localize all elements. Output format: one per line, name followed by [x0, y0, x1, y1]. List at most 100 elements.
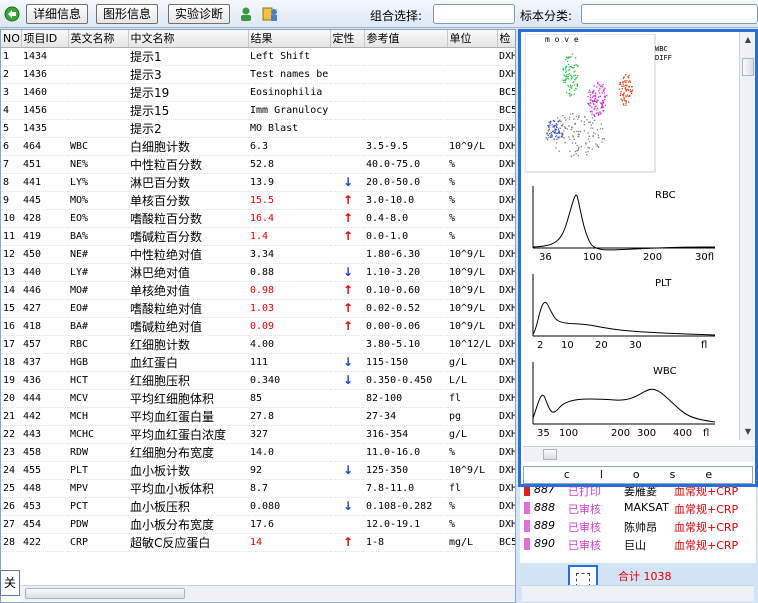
scatter-point [597, 107, 599, 110]
column-header[interactable]: NO [1, 30, 22, 48]
scatter-point [602, 86, 604, 88]
scatter-point [591, 117, 593, 119]
qualitative-flag-cell [330, 65, 364, 84]
table-row[interactable]: 16 418 BA# 嗜碱粒绝对值 0.09 ↑ 0.00-0.06 10^9/L DXH [1, 317, 515, 336]
scroll-thumb[interactable] [742, 58, 754, 76]
english-name-cell: NE% [68, 155, 128, 174]
table-row[interactable]: 4 1456 提示15 Imm Granulocy BC5 [1, 101, 515, 120]
row-number: 3 [1, 83, 21, 102]
scatter-point [569, 150, 571, 153]
scatter-point [604, 99, 606, 101]
table-row[interactable]: 14 446 MO# 单核绝对值 0.98 ↑ 0.10-0.60 10^9/L DXH [1, 281, 515, 300]
scroll-down-icon[interactable]: ▼ [742, 426, 754, 438]
table-row[interactable]: 19 436 HCT 红细胞压积 0.340 ↓ 0.350-0.450 L/L DXH [1, 371, 515, 390]
table-row[interactable]: 3 1460 提示19 Eosinophilia BC5 [1, 83, 515, 102]
graph-close-button[interactable]: close [523, 466, 753, 484]
english-name-cell: PCT [68, 497, 128, 516]
scatter-point [556, 138, 558, 140]
refresh-icon[interactable] [4, 6, 20, 22]
scatter-point [622, 83, 624, 85]
table-row[interactable]: 5 1435 提示2 MO Blast DXH [1, 119, 515, 138]
graph-vertical-scrollbar[interactable]: ▲ ▼ [739, 32, 755, 440]
unit-cell: % [447, 515, 497, 534]
table-row[interactable]: 20 444 MCV 平均红细胞体积 85 82-100 fl DXH [1, 389, 515, 408]
chinese-name-cell: 血小板压积 [128, 497, 248, 516]
table-row[interactable]: 18 437 HGB 血红蛋白 111 ↓ 115-150 g/L DXH [1, 353, 515, 372]
patient-card-icon[interactable] [262, 6, 278, 22]
group-select-input[interactable] [433, 4, 515, 24]
scatter-title: m o v e [545, 35, 579, 44]
column-header[interactable]: 检 [497, 30, 515, 48]
graph-info-button[interactable]: 图形信息 [96, 4, 158, 24]
scatter-point [594, 98, 597, 100]
scatter-point [551, 134, 553, 136]
reference-range-cell: 0.350-0.450 [364, 371, 447, 390]
sample-row[interactable]: 889 已审核 陈帅昂 血常规+CRP [520, 517, 756, 535]
table-row[interactable]: 2 1436 提示3 Test names be DXH [1, 65, 515, 84]
table-row[interactable]: 22 443 MCHC 平均血红蛋白浓度 327 316-354 g/L DXH [1, 425, 515, 444]
table-row[interactable]: 25 448 MPV 平均血小板体积 8.7 7.8-11.0 fl DXH [1, 479, 515, 498]
row-number: 2 [1, 65, 21, 84]
scatter-point [564, 75, 567, 78]
table-row[interactable]: 8 441 LY% 淋巴百分数 13.9 ↓ 20.0-50.0% DXH [1, 173, 515, 192]
column-header[interactable]: 中文名称 [128, 30, 249, 48]
scatter-point [578, 146, 580, 149]
table-row[interactable]: 9 445 MO% 单核百分数 15.5 ↑ 3.0-10.0% DXH [1, 191, 515, 210]
table-row[interactable]: 12 450 NE# 中性粒绝对值 3.34 1.80-6.30 10^9/L DXH [1, 245, 515, 264]
table-row[interactable]: 26 453 PCT 血小板压积 0.080 ↓ 0.108-0.282% DXH [1, 497, 515, 516]
table-row[interactable]: 23 458 RDW 红细胞分布宽度 14.0 11.0-16.0% DXH [1, 443, 515, 462]
reference-range-cell [364, 65, 447, 84]
column-header[interactable]: 参考值 [364, 30, 448, 48]
sample-list[interactable]: 887 已打印 姜雁菱 血常规+CRP 888 已审核 MAKSAT 血常规+CRP 889 已审… [520, 487, 756, 563]
table-row[interactable]: 17 457 RBC 红细胞计数 4.00 3.80-5.10 10^12/L DXH [1, 335, 515, 354]
table-row[interactable]: 21 442 MCH 平均血红蛋白量 27.8 27-34 pg DXH [1, 407, 515, 426]
results-grid[interactable]: NO 项目ID 英文名称 中文名称 结果 定性 参考值 单位检 1 1434 提示1 Left Sh… [0, 29, 516, 603]
table-row[interactable]: 11 419 BA% 嗜碱粒百分数 1.4 ↑ 0.0-1.0% DXH [1, 227, 515, 246]
sample-horizontal-scrollbar[interactable] [522, 585, 754, 601]
column-header[interactable]: 英文名称 [68, 30, 129, 48]
row-number: 20 [1, 389, 21, 408]
lab-diagnosis-button[interactable]: 实验诊断 [168, 4, 230, 24]
sample-row[interactable]: 890 已审核 巨山 血常规+CRP [520, 535, 756, 553]
row-number: 11 [1, 227, 21, 246]
chinese-name-cell: 红细胞压积 [128, 371, 248, 390]
row-number: 23 [1, 443, 21, 462]
column-header[interactable]: 定性 [330, 30, 365, 48]
total-label: 合计 [618, 570, 640, 583]
scatter-point [578, 133, 580, 136]
scatter-point [564, 142, 566, 144]
table-row[interactable]: 1 1434 提示1 Left Shift DXH [1, 47, 515, 66]
table-row[interactable]: 10 428 EO% 嗜酸粒百分数 16.4 ↑ 0.4-8.0% DXH [1, 209, 515, 228]
column-header[interactable]: 项目ID [21, 30, 69, 48]
table-row[interactable]: 27 454 PDW 血小板分布宽度 17.6 12.0-19.1% DXH [1, 515, 515, 534]
grid-horizontal-scrollbar[interactable] [21, 585, 515, 601]
scatter-point [580, 145, 582, 148]
user-icon[interactable] [238, 6, 254, 22]
table-row[interactable]: 15 427 EO# 嗜酸粒绝对值 1.03 ↑ 0.02-0.52 10^9/L DXH [1, 299, 515, 318]
scatter-point [577, 118, 579, 120]
chinese-name-cell: 单核绝对值 [128, 281, 248, 300]
graph-horizontal-scrollbar[interactable] [523, 446, 755, 462]
wbc-tick-fl: fl [703, 428, 709, 439]
table-row[interactable]: 28 422 CRP 超敏C反应蛋白 14 ↑ 1-8 mg/L BC5 [1, 533, 515, 552]
column-header[interactable]: 单位 [447, 30, 498, 48]
qualitative-flag-cell [330, 83, 364, 102]
detail-info-button[interactable]: 详细信息 [26, 4, 88, 24]
scatter-point [575, 153, 577, 155]
scroll-up-icon[interactable]: ▲ [742, 34, 754, 46]
table-row[interactable]: 7 451 NE% 中性粒百分数 52.8 40.0-75.0% DXH [1, 155, 515, 174]
scroll-thumb[interactable] [543, 449, 557, 460]
table-row[interactable]: 13 440 LY# 淋巴绝对值 0.88 ↓ 1.10-3.20 10^9/L DXH [1, 263, 515, 282]
scatter-point [573, 84, 576, 86]
chinese-name-cell: 血小板计数 [128, 461, 248, 480]
sample-row[interactable]: 888 已审核 MAKSAT 血常规+CRP [520, 499, 756, 517]
sample-row[interactable]: 887 已打印 姜雁菱 血常规+CRP [520, 487, 756, 499]
scroll-thumb[interactable] [25, 588, 185, 599]
table-row[interactable]: 6 464 WBC 白细胞计数 6.3 3.5-9.5 10^9/L DXH [1, 137, 515, 156]
table-row[interactable]: 24 455 PLT 血小板计数 92 ↓ 125-350 10^9/L DXH [1, 461, 515, 480]
close-button[interactable]: 关 [0, 570, 20, 596]
status-marker [524, 520, 530, 532]
sample-class-input[interactable] [581, 4, 758, 24]
column-header[interactable]: 结果 [248, 30, 331, 48]
scatter-point [576, 144, 578, 147]
